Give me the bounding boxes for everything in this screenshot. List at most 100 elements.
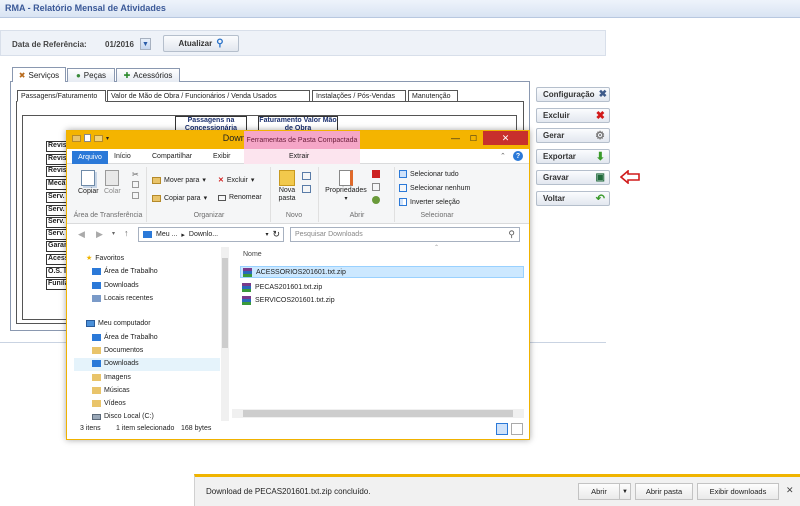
open-icon[interactable] bbox=[372, 170, 380, 178]
star-icon: ★ bbox=[86, 255, 93, 262]
subtab-manutencao[interactable]: Manutenção bbox=[408, 90, 458, 102]
file-row[interactable]: SERVICOS201601.txt.zip bbox=[240, 294, 524, 306]
configuration-button[interactable]: Configuração ✖ bbox=[536, 87, 610, 102]
invert-selection-button[interactable]: Inverter seleção bbox=[399, 198, 460, 206]
large-icons-view-icon[interactable] bbox=[511, 423, 523, 435]
zip-archive-icon bbox=[243, 267, 252, 277]
cut-icon[interactable]: ✂ bbox=[132, 170, 139, 180]
forward-nav-icon[interactable]: ▶ bbox=[96, 229, 103, 240]
column-header-name[interactable]: Nome bbox=[243, 251, 262, 258]
minimize-button[interactable]: — bbox=[447, 131, 464, 145]
tab-arquivo[interactable]: Arquivo bbox=[72, 151, 108, 164]
copy-to-button[interactable]: Copiar para ▾ bbox=[152, 194, 207, 202]
delete-button-ribbon[interactable]: ✕ Excluir ▾ bbox=[218, 176, 255, 185]
copy-button[interactable]: Copiar bbox=[78, 170, 99, 195]
open-folder-button[interactable]: Abrir pasta bbox=[635, 483, 693, 500]
chevron-down-icon[interactable]: ▾ bbox=[106, 135, 109, 142]
view-downloads-button[interactable]: Exibir downloads bbox=[697, 483, 779, 500]
nav-fav-recent[interactable]: Locais recentes bbox=[92, 295, 153, 302]
tab-acessorios[interactable]: ✚ Acessórios bbox=[116, 68, 180, 82]
nav-computer[interactable]: Meu computador bbox=[86, 320, 151, 327]
search-input[interactable]: Pesquisar Downloads ⚲ bbox=[290, 227, 520, 242]
tab-exibir[interactable]: Exibir bbox=[213, 153, 231, 160]
nav-pc-downloads[interactable]: Downloads bbox=[92, 360, 139, 367]
new-item-icon[interactable] bbox=[302, 172, 311, 180]
easy-access-icon[interactable] bbox=[302, 185, 311, 193]
tab-inicio[interactable]: Início bbox=[114, 153, 131, 160]
subtab-valor-mao-obra[interactable]: Valor de Mão de Obra / Funcionários / Ve… bbox=[107, 90, 310, 102]
nav-pc-desktop[interactable]: Área de Trabalho bbox=[92, 334, 158, 341]
nav-pc-documents[interactable]: Documentos bbox=[92, 347, 143, 354]
breadcrumb-item[interactable]: Downlo... bbox=[189, 231, 218, 238]
reference-value[interactable]: 01/2016 bbox=[105, 40, 134, 49]
subtab-instalacoes[interactable]: Instalações / Pós-Vendas bbox=[312, 90, 406, 102]
move-to-button[interactable]: Mover para ▾ bbox=[152, 176, 206, 184]
back-nav-icon[interactable]: ◀ bbox=[78, 229, 85, 240]
tab-compartilhar[interactable]: Compartilhar bbox=[152, 153, 192, 160]
nav-pc-videos[interactable]: Vídeos bbox=[92, 400, 126, 407]
recent-locations-icon[interactable]: ▾ bbox=[112, 230, 115, 237]
file-row[interactable]: PECAS201601.txt.zip bbox=[240, 281, 524, 293]
select-none-icon bbox=[399, 184, 407, 192]
up-arrow-icon[interactable]: ↑ bbox=[124, 228, 129, 238]
delete-button[interactable]: Excluir ✖ bbox=[536, 108, 610, 123]
nav-pc-local-disk[interactable]: Disco Local (C:) bbox=[92, 413, 154, 420]
chevron-down-icon: ▾ bbox=[203, 195, 208, 202]
chevron-down-icon: ▼ bbox=[622, 488, 628, 495]
horizontal-scrollbar-thumb[interactable] bbox=[243, 410, 513, 417]
rename-button[interactable]: Renomear bbox=[218, 194, 262, 201]
nav-fav-downloads[interactable]: Downloads bbox=[92, 282, 139, 289]
back-button[interactable]: Voltar ↶ bbox=[536, 191, 610, 206]
generate-button[interactable]: Gerar ⚙ bbox=[536, 128, 610, 143]
tools-icon: ✖ bbox=[598, 89, 607, 100]
chevron-right-icon: ▸ bbox=[181, 231, 185, 239]
select-all-button[interactable]: Selecionar tudo bbox=[399, 170, 459, 178]
paste-button[interactable]: Colar bbox=[104, 170, 121, 195]
refresh-icon[interactable]: ↻ bbox=[272, 229, 283, 240]
chevron-down-icon: ▾ bbox=[250, 177, 255, 184]
breadcrumb-item[interactable]: Meu ... bbox=[156, 231, 177, 238]
file-row[interactable]: ACESSORIOS201601.txt.zip bbox=[240, 266, 524, 278]
properties-button[interactable]: Propriedades ▾ bbox=[324, 170, 368, 202]
update-button[interactable]: Atualizar ⚲ bbox=[163, 35, 239, 52]
tab-servicos[interactable]: ✖ Serviços bbox=[12, 67, 66, 82]
pictures-icon bbox=[92, 374, 101, 381]
subtab-passagens[interactable]: Passagens/Faturamento bbox=[17, 90, 106, 102]
nav-scrollbar-thumb[interactable] bbox=[222, 258, 228, 348]
reference-bar bbox=[0, 30, 606, 56]
new-folder-icon[interactable] bbox=[94, 134, 103, 142]
select-none-button[interactable]: Selecionar nenhum bbox=[399, 184, 470, 192]
group-label-select: Selecionar bbox=[420, 212, 454, 219]
nav-fav-desktop[interactable]: Área de Trabalho bbox=[92, 268, 158, 275]
open-options-dropdown[interactable]: ▼ bbox=[619, 483, 631, 500]
nav-pc-pictures[interactable]: Imagens bbox=[92, 374, 131, 381]
status-selected: 1 item selecionado bbox=[116, 425, 175, 432]
save-button[interactable]: Gravar ▣ bbox=[536, 170, 610, 185]
details-view-icon[interactable] bbox=[496, 423, 508, 435]
history-icon[interactable] bbox=[372, 196, 380, 204]
tab-extrair[interactable]: Extrair bbox=[289, 153, 309, 160]
close-icon[interactable]: ✕ bbox=[786, 485, 794, 496]
clipboard-icon bbox=[105, 170, 120, 186]
export-button[interactable]: Exportar ⬇ bbox=[536, 149, 610, 164]
maximize-button[interactable]: ☐ bbox=[465, 131, 482, 145]
desktop-icon bbox=[92, 268, 101, 275]
collapse-ribbon-icon[interactable]: ⌃ bbox=[500, 152, 506, 160]
tab-pecas[interactable]: ● Peças bbox=[67, 68, 115, 82]
address-bar[interactable]: Meu ... ▸ Downlo... ▾ ↻ bbox=[138, 227, 284, 242]
copy-path-icon[interactable] bbox=[132, 181, 139, 188]
new-folder-button[interactable]: Nova pasta bbox=[276, 170, 298, 203]
nav-favorites[interactable]: ★ Favoritos bbox=[86, 254, 124, 263]
nav-pc-music[interactable]: Músicas bbox=[92, 387, 130, 394]
delete-x-icon: ✕ bbox=[218, 177, 224, 184]
help-icon[interactable]: ? bbox=[513, 151, 523, 161]
paste-shortcut-icon[interactable] bbox=[132, 192, 139, 199]
videos-icon bbox=[92, 400, 101, 407]
edit-icon[interactable] bbox=[372, 183, 380, 191]
close-button[interactable]: ✕ bbox=[483, 131, 528, 145]
properties-icon[interactable] bbox=[84, 134, 91, 142]
download-message: Download de PECAS201601.txt.zip concluíd… bbox=[206, 487, 371, 496]
reference-dropdown-button[interactable]: ▼ bbox=[140, 38, 151, 50]
open-file-button[interactable]: Abrir bbox=[578, 483, 620, 500]
ribbon-divider bbox=[270, 167, 271, 222]
